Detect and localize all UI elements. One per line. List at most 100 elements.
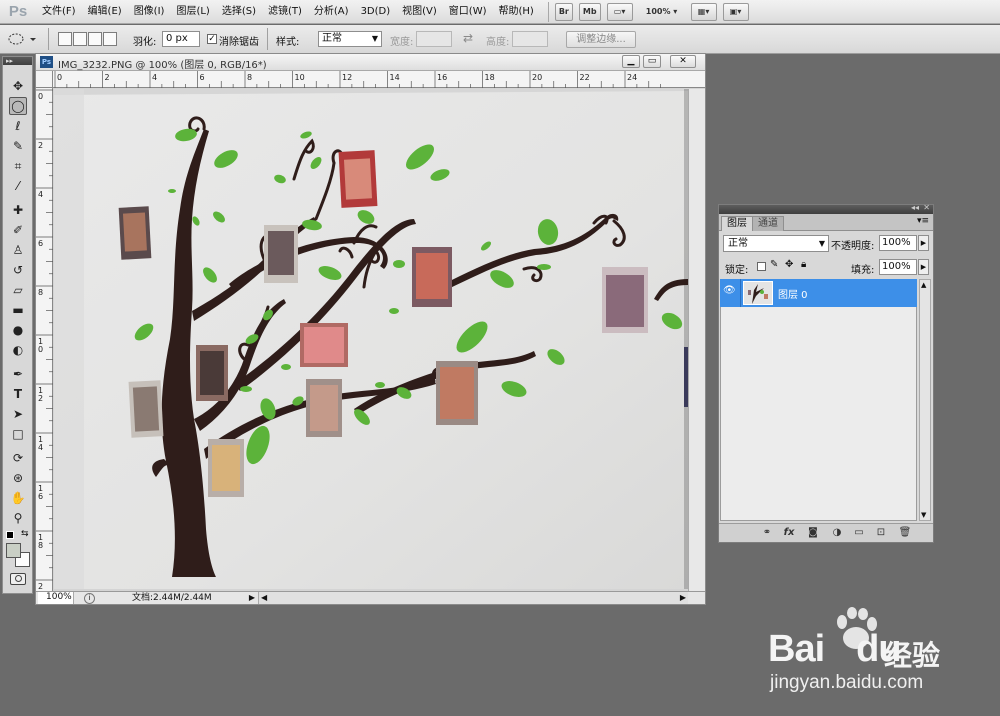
move-tool-icon[interactable]: ✥: [9, 77, 27, 95]
layer-row[interactable]: 👁︎ 图层 0: [720, 279, 917, 307]
menu-help[interactable]: 帮助(H): [493, 0, 540, 24]
mini-bridge-button[interactable]: Mb: [578, 2, 601, 21]
eraser-tool-icon[interactable]: ▱: [9, 281, 27, 299]
crop-tool-icon[interactable]: ⌗: [9, 157, 27, 175]
default-colors-icon[interactable]: [6, 531, 14, 539]
quick-select-tool-icon[interactable]: ✎: [9, 137, 27, 155]
layer-name[interactable]: 图层 0: [778, 286, 808, 301]
vertical-scrollbar[interactable]: [688, 89, 705, 591]
opacity-slider-arrow-icon[interactable]: ▶: [918, 235, 929, 251]
clone-stamp-tool-icon[interactable]: ♙: [9, 241, 27, 259]
menu-edit[interactable]: 编辑(E): [82, 0, 128, 24]
menu-view[interactable]: 视图(V): [396, 0, 443, 24]
subtract-selection-icon[interactable]: [88, 32, 102, 46]
layer-list-scrollbar[interactable]: ▲ ▼: [919, 279, 931, 521]
new-group-icon[interactable]: ▭: [851, 527, 867, 538]
gradient-tool-icon[interactable]: ▬: [9, 301, 27, 319]
menu-window[interactable]: 窗口(W): [443, 0, 493, 24]
scroll-left-icon[interactable]: ◀: [261, 592, 267, 604]
layer-mask-icon[interactable]: ◙: [805, 527, 821, 538]
healing-brush-tool-icon[interactable]: ✚: [9, 201, 27, 219]
elliptical-marquee-preset-icon[interactable]: [6, 32, 40, 46]
pen-tool-icon[interactable]: ✒: [9, 365, 27, 383]
image-canvas[interactable]: [54, 89, 688, 589]
menu-select[interactable]: 选择(S): [216, 0, 262, 24]
tab-layers[interactable]: 图层: [721, 216, 753, 231]
menu-layer[interactable]: 图层(L): [170, 0, 215, 24]
lock-all-icon[interactable]: 🔒︎: [801, 259, 806, 270]
lock-pixels-icon[interactable]: ✎: [770, 259, 778, 270]
scroll-up-icon[interactable]: ▲: [921, 281, 926, 289]
eyedropper-tool-icon[interactable]: ⁄: [9, 177, 27, 195]
fill-input[interactable]: 100%: [879, 259, 917, 275]
menu-3d[interactable]: 3D(D): [355, 0, 397, 24]
swap-icon[interactable]: ⇄: [463, 31, 473, 45]
status-zoom-field[interactable]: 100%: [38, 592, 74, 604]
screen-mode-button[interactable]: ▣▾: [722, 2, 749, 21]
menu-filter[interactable]: 滤镜(T): [262, 0, 308, 24]
scroll-right-icon[interactable]: ▶: [680, 592, 686, 604]
new-selection-icon[interactable]: [58, 32, 72, 46]
dodge-tool-icon[interactable]: ◐: [9, 341, 27, 359]
3d-rotate-tool-icon[interactable]: ⟳: [9, 449, 27, 467]
fill-slider-arrow-icon[interactable]: ▶: [918, 259, 929, 275]
history-brush-tool-icon[interactable]: ↺: [9, 261, 27, 279]
height-input[interactable]: [512, 31, 548, 47]
ruler-origin[interactable]: [36, 71, 53, 88]
panel-menu-icon[interactable]: ▾≡: [917, 216, 929, 226]
vertical-ruler[interactable]: 0246810121416182: [36, 88, 53, 591]
minimize-button[interactable]: ▁: [622, 55, 640, 68]
width-input[interactable]: [416, 31, 452, 47]
tab-channels[interactable]: 通道: [752, 216, 784, 231]
path-select-tool-icon[interactable]: ➤: [9, 405, 27, 423]
collapse-icon[interactable]: ◂◂: [911, 203, 919, 212]
menu-image[interactable]: 图像(I): [128, 0, 171, 24]
document-titlebar[interactable]: Ps IMG_3232.PNG @ 100% (图层 0, RGB/16*) ▁…: [36, 54, 705, 71]
trash-icon[interactable]: 🗑︎: [897, 527, 913, 538]
foreground-color-swatch[interactable]: [6, 543, 21, 558]
zoom-level-dropdown[interactable]: 100% ▾: [639, 3, 685, 21]
close-button[interactable]: ✕: [670, 55, 696, 68]
refine-edge-button[interactable]: 调整边缘...: [566, 31, 636, 48]
antialias-checkbox[interactable]: ✓: [207, 34, 217, 44]
opacity-input[interactable]: 100%: [879, 235, 917, 251]
status-menu-arrow-icon[interactable]: ▶: [246, 592, 258, 604]
layer-thumbnail[interactable]: [743, 281, 773, 305]
horizontal-ruler[interactable]: 0 2 4 6 8 10 12 14 16 18 20 22 24: [53, 71, 705, 88]
quick-mask-icon[interactable]: [10, 573, 26, 585]
hand-tool-icon[interactable]: ✋: [9, 489, 27, 507]
type-tool-icon[interactable]: T: [9, 385, 27, 403]
menu-file[interactable]: 文件(F): [36, 0, 82, 24]
fx-icon[interactable]: fx: [781, 527, 797, 538]
scroll-down-icon[interactable]: ▼: [921, 511, 926, 519]
link-layers-icon[interactable]: ⚭: [759, 527, 775, 538]
panel-close-icon[interactable]: ✕: [923, 203, 930, 212]
view-extras-button[interactable]: ▭▾: [606, 2, 633, 21]
3d-orbit-tool-icon[interactable]: ⊛: [9, 469, 27, 487]
feather-input[interactable]: 0 px: [162, 31, 200, 47]
menu-analysis[interactable]: 分析(A): [308, 0, 355, 24]
eye-visibility-icon[interactable]: 👁︎: [723, 285, 739, 299]
lock-transparency-icon[interactable]: [757, 262, 766, 271]
shape-tool-icon[interactable]: □: [9, 425, 27, 443]
style-select[interactable]: 正常 ▼: [318, 31, 382, 47]
blend-mode-select[interactable]: 正常 ▼: [723, 235, 829, 252]
status-info-icon[interactable]: i: [84, 593, 95, 604]
horizontal-scrollbar[interactable]: ◀ ▶: [258, 592, 688, 604]
layers-panel-header[interactable]: ◂◂ ✕: [719, 203, 933, 214]
swap-colors-icon[interactable]: ⇆: [21, 529, 29, 539]
blur-tool-icon[interactable]: ●: [9, 321, 27, 339]
zoom-tool-icon[interactable]: ⚲: [9, 509, 27, 527]
tools-panel-header[interactable]: ▸▸: [3, 57, 32, 65]
arrange-documents-button[interactable]: ▦▾: [690, 2, 717, 21]
add-to-selection-icon[interactable]: [73, 32, 87, 46]
marquee-tool-icon[interactable]: ◯: [9, 97, 27, 115]
intersect-selection-icon[interactable]: [103, 32, 117, 46]
lasso-tool-icon[interactable]: ℓ: [9, 117, 27, 135]
adjustment-layer-icon[interactable]: ◑: [829, 527, 845, 538]
maximize-button[interactable]: ▭: [643, 55, 661, 68]
bridge-button[interactable]: Br: [554, 2, 573, 21]
lock-position-icon[interactable]: ✥: [785, 259, 793, 270]
brush-tool-icon[interactable]: ✐: [9, 221, 27, 239]
new-layer-icon[interactable]: ⊡: [873, 527, 889, 538]
